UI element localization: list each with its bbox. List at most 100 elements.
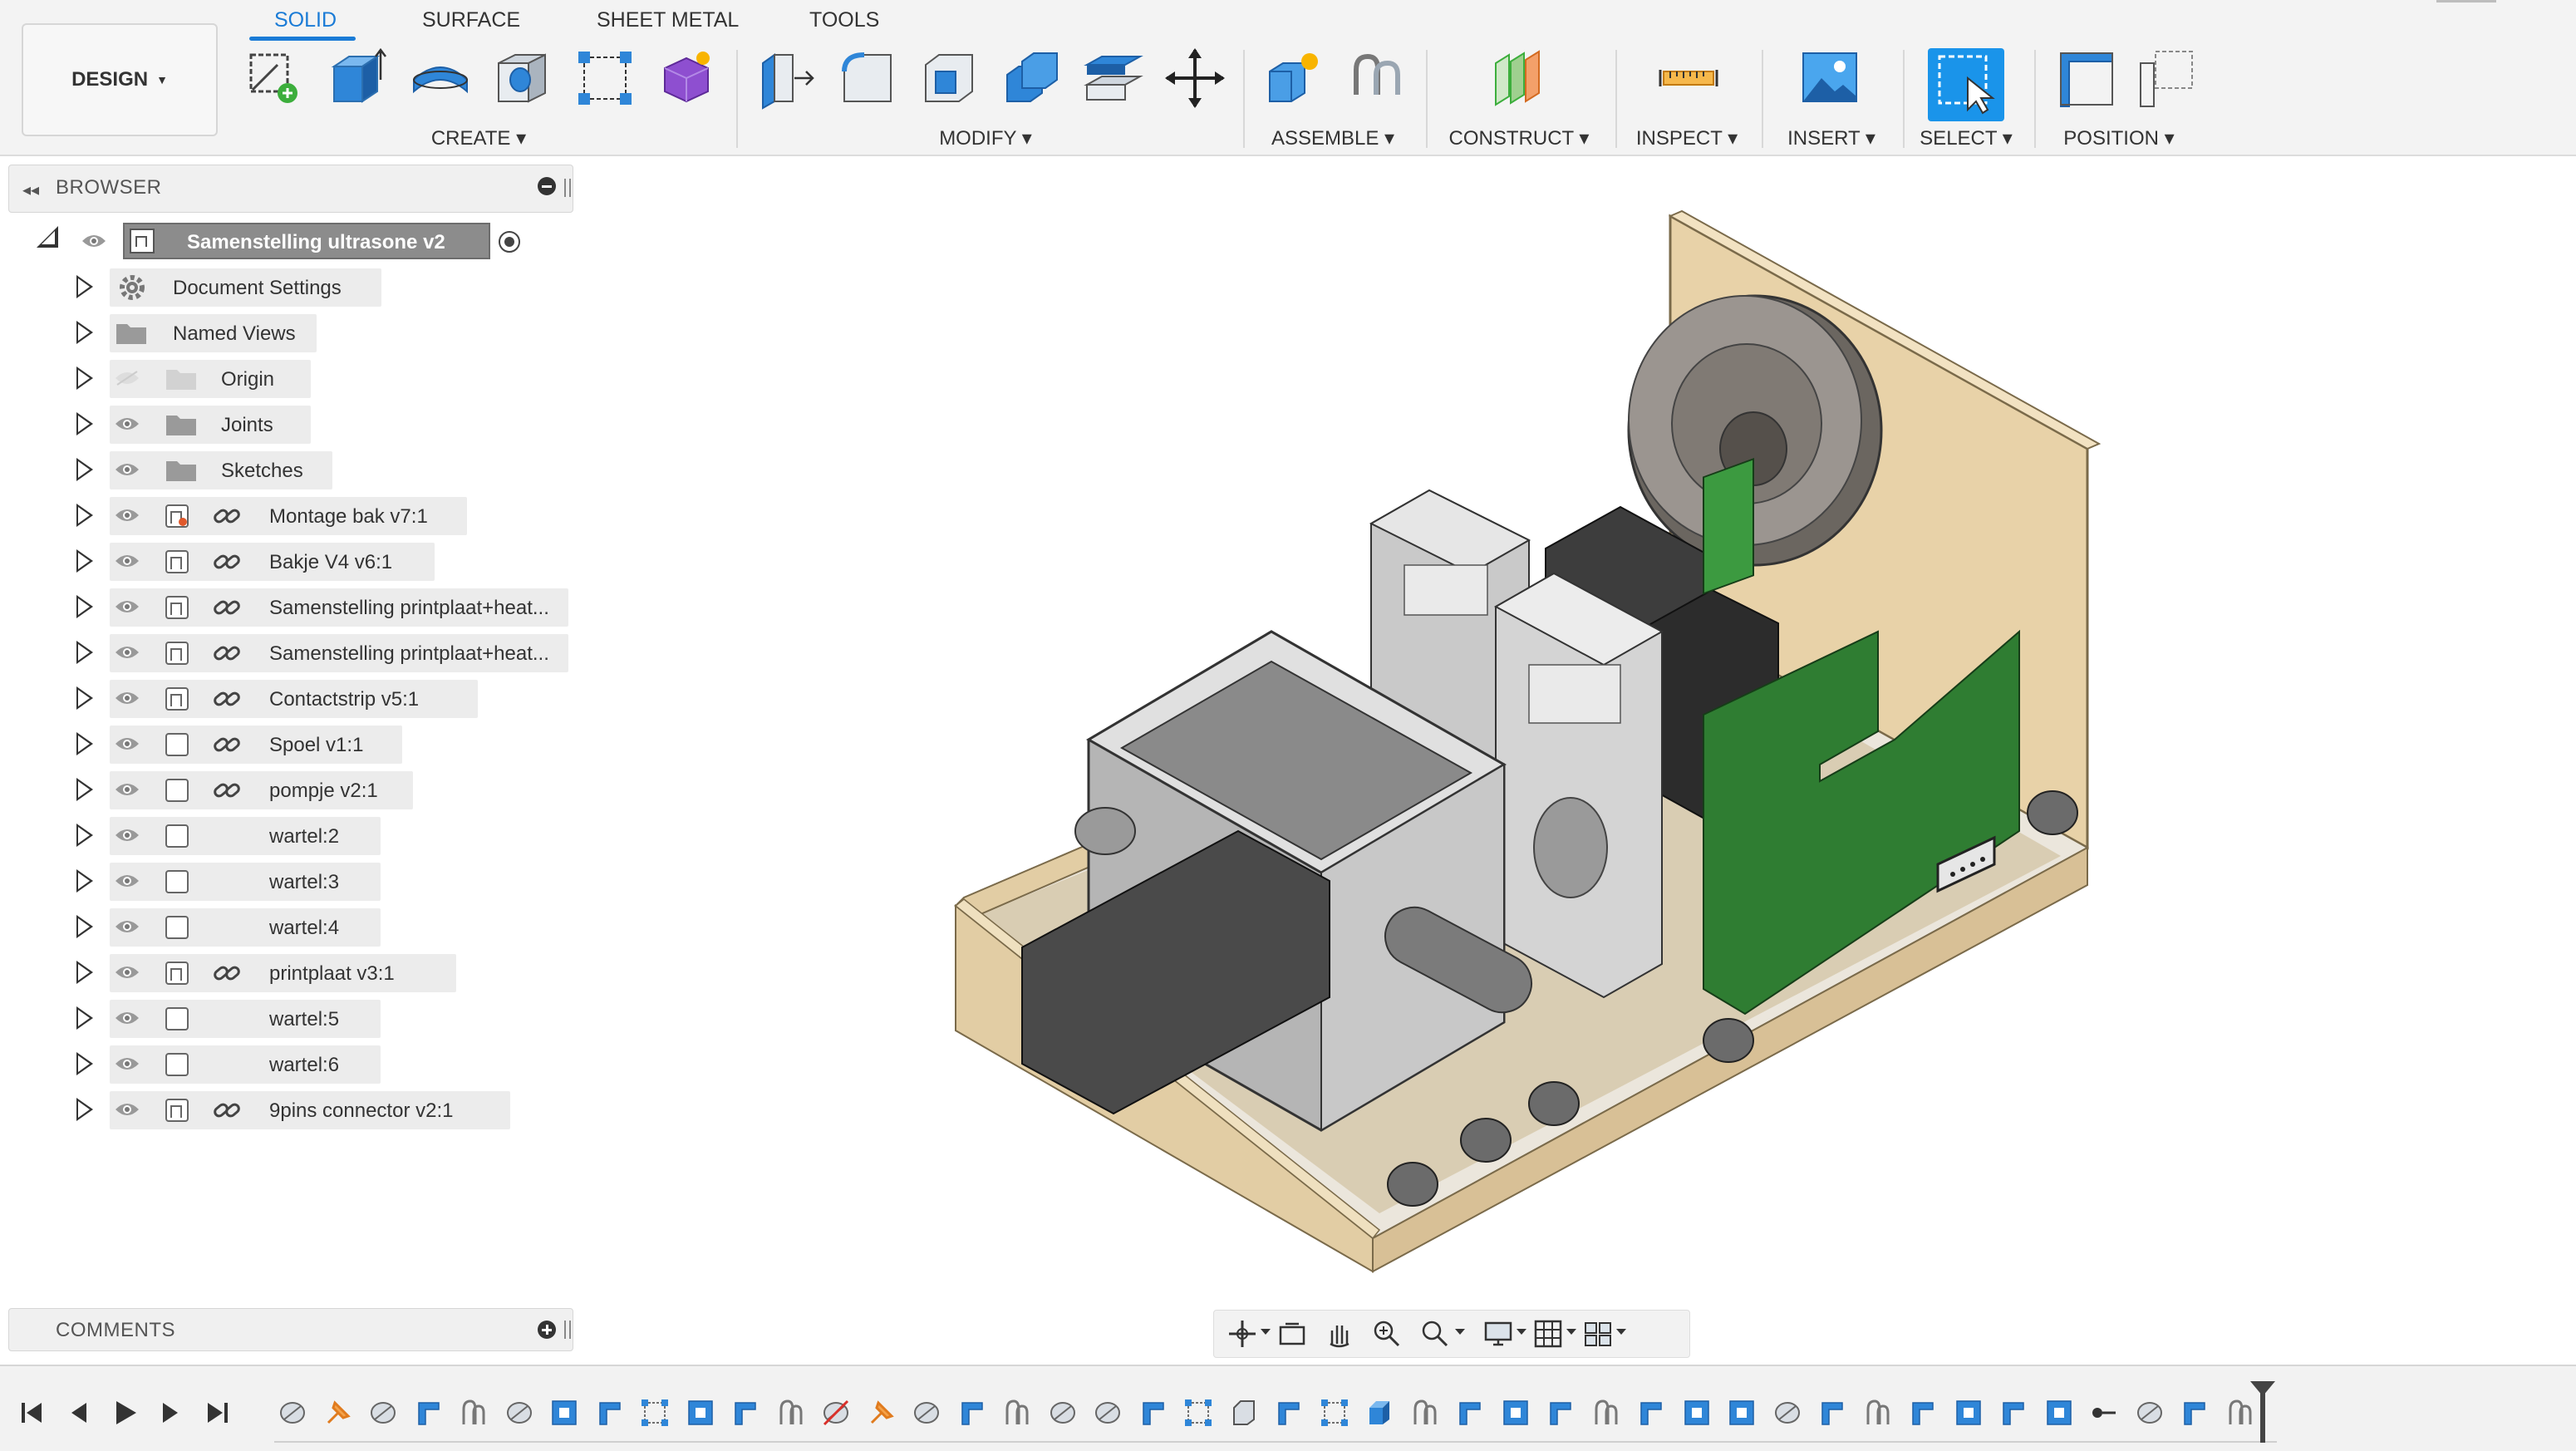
expand-icon[interactable] xyxy=(76,412,93,435)
browser-item[interactable]: Samenstelling printplaat+heat... xyxy=(0,634,582,672)
eye-icon[interactable] xyxy=(115,553,140,569)
expand-icon[interactable] xyxy=(76,1098,93,1121)
timeline-rigid-icon[interactable] xyxy=(1861,1396,1895,1429)
timeline-sketch-icon[interactable] xyxy=(1816,1396,1849,1429)
caret-down-icon[interactable] xyxy=(1517,1329,1526,1335)
browser-panel-header[interactable]: ◂◂ BROWSER xyxy=(8,165,573,213)
timeline-sketch-icon[interactable] xyxy=(1635,1396,1668,1429)
revert-position-icon[interactable] xyxy=(2134,47,2197,110)
insert-canvas-icon[interactable] xyxy=(1798,47,1861,110)
browser-item[interactable]: printplaat v3:1 xyxy=(0,954,582,992)
move-icon[interactable] xyxy=(1163,47,1227,110)
timeline-component-icon[interactable] xyxy=(2043,1396,2076,1429)
browser-item[interactable]: Spoel v1:1 xyxy=(0,726,582,764)
minimize-icon[interactable] xyxy=(538,177,556,195)
timeline-component-icon[interactable] xyxy=(1952,1396,1985,1429)
grid-icon[interactable] xyxy=(1533,1319,1563,1349)
eye-icon[interactable] xyxy=(115,827,140,844)
look-at-icon[interactable] xyxy=(1277,1319,1307,1349)
timeline-sketch-icon[interactable] xyxy=(412,1396,445,1429)
timeline-joint-icon[interactable] xyxy=(366,1396,400,1429)
timeline-pin-icon[interactable] xyxy=(865,1396,898,1429)
new-component-icon[interactable] xyxy=(1263,47,1326,110)
tab-surface[interactable]: SURFACE xyxy=(422,8,520,32)
timeline-sketch-icon[interactable] xyxy=(1997,1396,2030,1429)
expand-icon[interactable] xyxy=(76,961,93,984)
timeline-rigid-icon[interactable] xyxy=(2224,1396,2257,1429)
expand-icon[interactable] xyxy=(76,321,93,344)
timeline-joint-icon[interactable] xyxy=(1771,1396,1804,1429)
timeline-component-icon[interactable] xyxy=(1725,1396,1758,1429)
timeline-joint-icon[interactable] xyxy=(1091,1396,1124,1429)
go-to-start-icon[interactable] xyxy=(17,1398,47,1428)
panel-grip-icon[interactable] xyxy=(564,1321,571,1339)
timeline-link-icon[interactable] xyxy=(2087,1396,2121,1429)
caret-down-icon[interactable] xyxy=(1566,1329,1576,1335)
expand-icon[interactable] xyxy=(76,595,93,618)
timeline-joint-icon[interactable] xyxy=(276,1396,309,1429)
play-icon[interactable] xyxy=(110,1398,140,1428)
fit-icon[interactable] xyxy=(1420,1319,1450,1349)
viewports-icon[interactable] xyxy=(1583,1319,1613,1349)
expand-icon[interactable] xyxy=(76,366,93,390)
timeline-joint-icon[interactable] xyxy=(910,1396,943,1429)
timeline-rigid-icon[interactable] xyxy=(1408,1396,1442,1429)
timeline-sketch-icon[interactable] xyxy=(1453,1396,1487,1429)
timeline-rigid-icon[interactable] xyxy=(457,1396,490,1429)
position-menu[interactable]: POSITION ▾ xyxy=(2063,126,2174,150)
browser-item[interactable]: Montage bak v7:1 xyxy=(0,497,582,535)
browser-item[interactable]: Sketches xyxy=(0,451,582,489)
timeline-body-icon[interactable] xyxy=(1227,1396,1261,1429)
go-to-end-icon[interactable] xyxy=(203,1398,233,1428)
eye-icon[interactable] xyxy=(115,416,140,432)
eye-icon[interactable] xyxy=(115,781,140,798)
select-icon[interactable] xyxy=(1934,52,1998,115)
browser-item[interactable]: Origin xyxy=(0,360,582,398)
tab-solid[interactable]: SOLID xyxy=(274,8,337,32)
joint-icon[interactable] xyxy=(1345,47,1408,110)
select-menu[interactable]: SELECT ▾ xyxy=(1920,126,2013,150)
create-sketch-icon[interactable] xyxy=(244,47,307,110)
modify-menu[interactable]: MODIFY ▾ xyxy=(939,126,1032,150)
timeline-joint-icon[interactable] xyxy=(503,1396,536,1429)
eye-icon[interactable] xyxy=(115,1010,140,1026)
browser-item[interactable]: pompje v2:1 xyxy=(0,771,582,809)
expand-icon[interactable] xyxy=(76,458,93,481)
comments-panel-header[interactable]: COMMENTS xyxy=(8,1308,573,1351)
browser-item[interactable]: wartel:6 xyxy=(0,1045,582,1084)
capture-position-icon[interactable] xyxy=(2054,47,2117,110)
browser-item[interactable]: Samenstelling printplaat+heat... xyxy=(0,588,582,627)
printplaat-housing-2[interactable] xyxy=(1493,572,1664,999)
browser-item[interactable]: Named Views xyxy=(0,314,582,352)
expand-icon[interactable] xyxy=(76,732,93,755)
timeline-component-icon[interactable] xyxy=(1499,1396,1532,1429)
eye-icon[interactable] xyxy=(115,918,140,935)
step-forward-icon[interactable] xyxy=(156,1398,186,1428)
eye-icon[interactable] xyxy=(115,598,140,615)
coil-spoel[interactable] xyxy=(1627,294,1883,567)
hole-icon[interactable] xyxy=(490,47,553,110)
timeline-sketch-icon[interactable] xyxy=(1272,1396,1305,1429)
timeline-pattern-icon[interactable] xyxy=(1318,1396,1351,1429)
pattern-icon[interactable] xyxy=(573,47,637,110)
eye-icon[interactable] xyxy=(115,507,140,524)
expand-icon[interactable] xyxy=(76,1052,93,1075)
revolve-icon[interactable] xyxy=(409,47,472,110)
expand-icon[interactable] xyxy=(76,778,93,801)
timeline-rigid-icon[interactable] xyxy=(1590,1396,1623,1429)
tab-tools[interactable]: TOOLS xyxy=(809,8,879,32)
eye-icon[interactable] xyxy=(81,233,106,249)
timeline-joint-x-icon[interactable] xyxy=(819,1396,853,1429)
eye-icon[interactable] xyxy=(115,873,140,889)
browser-item[interactable]: wartel:3 xyxy=(0,863,582,901)
expand-icon[interactable] xyxy=(76,915,93,938)
eye-icon[interactable] xyxy=(115,964,140,981)
zoom-icon[interactable] xyxy=(1372,1319,1402,1349)
collapse-panel-icon[interactable]: ◂◂ xyxy=(22,180,39,200)
3d-viewport[interactable] xyxy=(914,199,2111,1280)
browser-item[interactable]: Contactstrip v5:1 xyxy=(0,680,582,718)
expand-icon[interactable] xyxy=(76,824,93,847)
shell-icon[interactable] xyxy=(917,47,981,110)
eye-icon[interactable] xyxy=(115,644,140,661)
browser-item[interactable]: Bakje V4 v6:1 xyxy=(0,543,582,581)
